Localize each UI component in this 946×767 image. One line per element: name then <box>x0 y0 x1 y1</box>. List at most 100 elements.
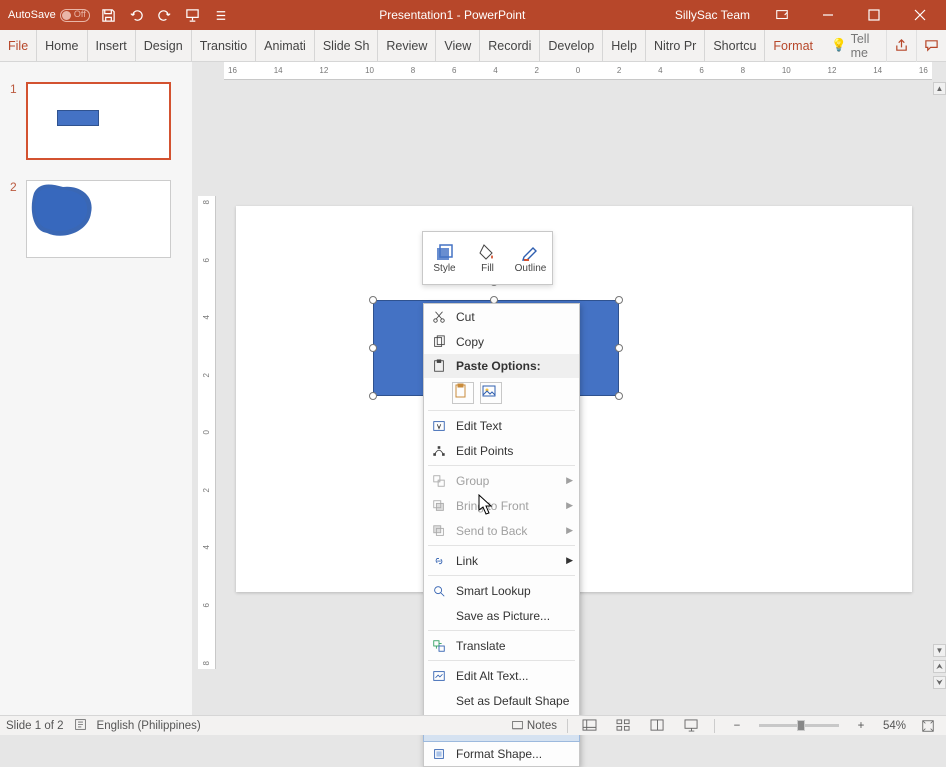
resize-handle-bl[interactable] <box>369 392 377 400</box>
tab-view[interactable]: View <box>435 30 479 61</box>
undo-icon[interactable] <box>128 6 146 24</box>
bring-front-icon <box>430 497 448 515</box>
tab-design[interactable]: Design <box>135 30 191 61</box>
ctx-bring-front: Bring to Front▶ <box>424 493 579 518</box>
zoom-slider[interactable] <box>759 724 839 727</box>
workspace: 1 2 1614121086420246810121416 864202468 <box>0 62 946 715</box>
next-slide-icon[interactable]: ⮟ <box>933 676 946 689</box>
translate-icon <box>430 637 448 655</box>
tab-file[interactable]: File <box>0 30 36 61</box>
outline-icon <box>521 243 541 261</box>
ctx-save-picture[interactable]: Save as Picture... <box>424 603 579 628</box>
zoom-in-icon[interactable]: + <box>849 717 873 735</box>
prev-slide-icon[interactable]: ⮝ <box>933 660 946 673</box>
scroll-down-icon[interactable]: ▼ <box>933 644 946 657</box>
ctx-paste-header: Paste Options: <box>424 354 579 378</box>
thumbnail-2[interactable]: 2 <box>0 180 192 278</box>
slide-canvas[interactable]: Style Fill Outline Cut <box>236 206 912 592</box>
status-bar: Slide 1 of 2 English (Philippines) Notes… <box>0 715 946 735</box>
redo-icon[interactable] <box>156 6 174 24</box>
ctx-default-shape[interactable]: Set as Default Shape <box>424 688 579 713</box>
zoom-percent[interactable]: 54% <box>883 720 906 732</box>
maximize-button[interactable] <box>854 0 894 30</box>
save-icon[interactable] <box>100 6 118 24</box>
thumb-shape-rect <box>57 110 99 126</box>
ctx-edit-points[interactable]: Edit Points <box>424 438 579 463</box>
team-name: SillySac Team <box>675 8 750 22</box>
resize-handle-tl[interactable] <box>369 296 377 304</box>
scroll-up-icon[interactable]: ▲ <box>933 82 946 95</box>
ctx-group: Group▶ <box>424 468 579 493</box>
tab-developer[interactable]: Develop <box>539 30 602 61</box>
notes-button[interactable]: Notes <box>511 719 557 732</box>
start-show-icon[interactable] <box>184 6 202 24</box>
ctx-cut[interactable]: Cut <box>424 304 579 329</box>
tab-help[interactable]: Help <box>602 30 645 61</box>
paste-dest-theme-icon[interactable] <box>452 382 474 404</box>
edit-text-icon <box>430 417 448 435</box>
tell-me-search[interactable]: 💡 Tell me <box>821 30 886 61</box>
accessibility-icon[interactable] <box>74 718 87 734</box>
ctx-link[interactable]: Link▶ <box>424 548 579 573</box>
ctx-edit-text[interactable]: Edit Text <box>424 413 579 438</box>
tab-review[interactable]: Review <box>377 30 435 61</box>
minitb-fill[interactable]: Fill <box>466 232 509 284</box>
ctx-smart-lookup[interactable]: Smart Lookup <box>424 578 579 603</box>
thumb-preview[interactable] <box>26 180 171 258</box>
tell-me-label: Tell me <box>851 32 876 60</box>
ctx-copy[interactable]: Copy <box>424 329 579 354</box>
edit-points-icon <box>430 442 448 460</box>
tab-nitro[interactable]: Nitro Pr <box>645 30 704 61</box>
tab-slideshow[interactable]: Slide Sh <box>314 30 378 61</box>
tab-animations[interactable]: Animati <box>255 30 314 61</box>
share-icon[interactable] <box>886 30 916 62</box>
minimize-button[interactable] <box>808 0 848 30</box>
language-indicator[interactable]: English (Philippines) <box>97 720 201 732</box>
horizontal-ruler: 1614121086420246810121416 <box>224 62 932 80</box>
minitb-style[interactable]: Style <box>423 232 466 284</box>
resize-handle-mr[interactable] <box>615 344 623 352</box>
close-button[interactable] <box>900 0 940 30</box>
ctx-alt-text[interactable]: Edit Alt Text... <box>424 663 579 688</box>
canvas-area: 1614121086420246810121416 864202468 Styl… <box>192 62 946 715</box>
fit-window-icon[interactable] <box>916 717 940 735</box>
ribbon-options-icon[interactable] <box>762 0 802 30</box>
context-menu: Cut Copy Paste Options: Edit Text <box>423 303 580 767</box>
tab-recording[interactable]: Recordi <box>479 30 539 61</box>
thumbnail-1[interactable]: 1 <box>0 82 192 180</box>
tab-transitions[interactable]: Transitio <box>191 30 255 61</box>
tab-format[interactable]: Format <box>764 30 821 61</box>
tab-home[interactable]: Home <box>36 30 86 61</box>
normal-view-icon[interactable] <box>578 717 602 735</box>
thumb-shape-blob <box>29 183 99 239</box>
ctx-send-back: Send to Back▶ <box>424 518 579 543</box>
resize-handle-ml[interactable] <box>369 344 377 352</box>
tab-insert[interactable]: Insert <box>87 30 135 61</box>
slideshow-view-icon[interactable] <box>680 717 704 735</box>
list-icon[interactable] <box>212 6 230 24</box>
smart-lookup-icon <box>430 582 448 600</box>
ribbon-tabs: File Home Insert Design Transitio Animat… <box>0 30 946 62</box>
fill-icon <box>478 243 498 261</box>
resize-handle-tr[interactable] <box>615 296 623 304</box>
alt-text-icon <box>430 667 448 685</box>
slide-indicator[interactable]: Slide 1 of 2 <box>6 720 64 732</box>
ctx-translate[interactable]: Translate <box>424 633 579 658</box>
tab-shortcut[interactable]: Shortcu <box>704 30 764 61</box>
comments-icon[interactable] <box>916 30 946 62</box>
resize-handle-br[interactable] <box>615 392 623 400</box>
minitb-outline[interactable]: Outline <box>509 232 552 284</box>
sorter-view-icon[interactable] <box>612 717 636 735</box>
autosave-switch[interactable]: Off <box>60 9 90 22</box>
zoom-out-icon[interactable]: − <box>725 717 749 735</box>
document-title: Presentation1 - PowerPoint <box>230 8 675 22</box>
autosave-label: AutoSave <box>8 9 56 21</box>
ctx-format-shape[interactable]: Format Shape... <box>424 741 579 766</box>
send-back-icon <box>430 522 448 540</box>
paste-picture-icon[interactable] <box>480 382 502 404</box>
vertical-ruler: 864202468 <box>198 196 216 669</box>
thumb-preview[interactable] <box>26 82 171 160</box>
autosave-toggle[interactable]: AutoSave Off <box>8 9 90 22</box>
title-bar: AutoSave Off Presentation1 - PowerPoint … <box>0 0 946 30</box>
reading-view-icon[interactable] <box>646 717 670 735</box>
